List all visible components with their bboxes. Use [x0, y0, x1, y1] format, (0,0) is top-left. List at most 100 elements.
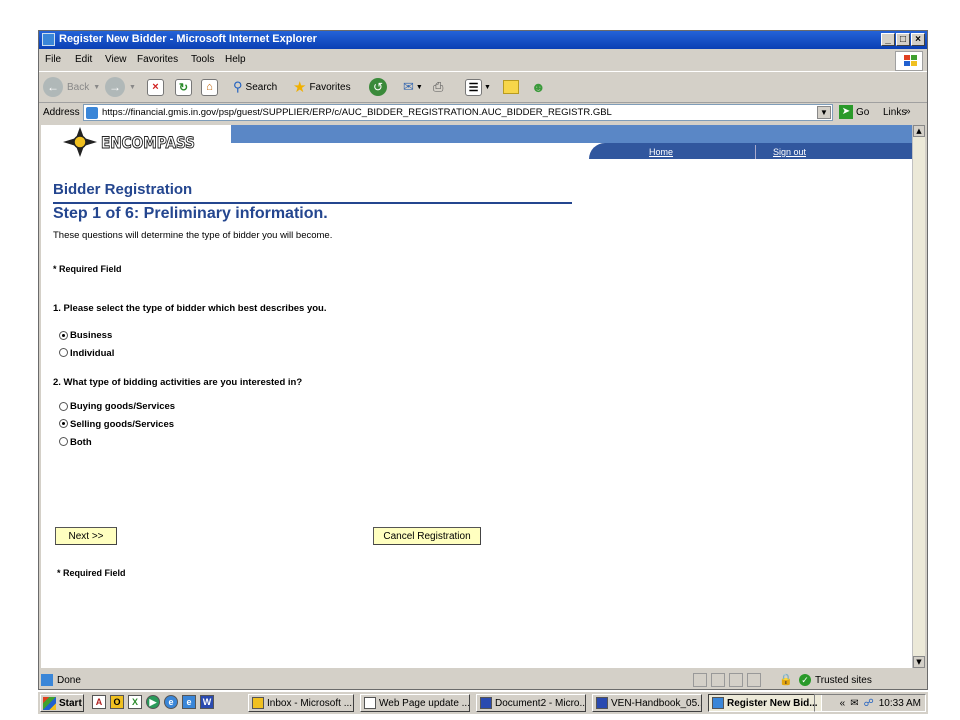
- chevron-down-icon[interactable]: ▼: [817, 106, 831, 119]
- close-button[interactable]: ×: [911, 33, 925, 46]
- excel-icon[interactable]: X: [128, 695, 142, 709]
- outlook-icon: [252, 697, 264, 709]
- back-arrow-icon: ←: [43, 77, 63, 97]
- home-link[interactable]: Home: [649, 147, 673, 157]
- menu-tools[interactable]: Tools: [191, 54, 214, 65]
- history-button[interactable]: ↺: [369, 76, 387, 98]
- favorites-button[interactable]: ★ Favorites: [293, 76, 351, 98]
- scroll-down-icon[interactable]: ▼: [913, 656, 925, 668]
- task-document2[interactable]: Document2 - Micro...: [476, 694, 586, 712]
- address-url: https://financial.gmis.in.gov/psp/guest/…: [102, 107, 612, 118]
- discuss-button[interactable]: [503, 76, 519, 98]
- ie-icon: [712, 697, 724, 709]
- task-register-new-bidder[interactable]: Register New Bid...: [708, 694, 822, 712]
- start-button[interactable]: Start: [40, 694, 84, 712]
- header-band: [231, 125, 913, 143]
- menu-favorites[interactable]: Favorites: [137, 54, 178, 65]
- question-2: 2. What type of bidding activities are y…: [53, 377, 303, 388]
- taskbar: Start A O X ▶ e e W Inbox - Microsoft ..…: [38, 691, 928, 714]
- word-icon: [596, 697, 608, 709]
- word-icon[interactable]: W: [200, 695, 214, 709]
- forward-button[interactable]: → ▼: [105, 76, 136, 98]
- nav-band: [589, 143, 913, 159]
- chevron-down-icon: ▼: [129, 83, 136, 91]
- nav-divider: [755, 145, 756, 159]
- windows-logo-icon: [895, 51, 923, 71]
- security-zone: Trusted sites: [815, 675, 872, 686]
- print-button[interactable]: ⎙: [433, 76, 443, 98]
- status-panel: [747, 673, 761, 687]
- stop-icon: ×: [147, 78, 164, 96]
- messenger-icon: ☻: [531, 79, 546, 95]
- ie-quicklaunch-icon[interactable]: e: [182, 695, 196, 709]
- minimize-button[interactable]: _: [881, 33, 895, 46]
- address-input[interactable]: https://financial.gmis.in.gov/psp/guest/…: [83, 104, 833, 121]
- page-icon: [86, 107, 98, 119]
- search-icon: ⚲: [233, 79, 243, 94]
- acrobat-icon[interactable]: A: [92, 695, 106, 709]
- task-inbox[interactable]: Inbox - Microsoft ...: [248, 694, 354, 712]
- messenger-button[interactable]: ☻: [531, 76, 546, 98]
- chevron-down-icon: ▼: [415, 83, 423, 91]
- print-icon: ⎙: [433, 79, 444, 94]
- stop-button[interactable]: ×: [147, 76, 164, 98]
- signout-link[interactable]: Sign out: [773, 147, 806, 157]
- intro-text: These questions will determine the type …: [53, 230, 333, 241]
- address-label: Address: [43, 107, 80, 118]
- outlook-icon[interactable]: O: [110, 695, 124, 709]
- page-title: Bidder Registration: [53, 181, 193, 198]
- links-button[interactable]: Links: [883, 107, 906, 118]
- menu-file[interactable]: File: [45, 54, 61, 65]
- status-bar: Done 🔒 ✓ Trusted sites: [39, 671, 927, 689]
- refresh-button[interactable]: ↻: [175, 76, 192, 98]
- radio-business[interactable]: [59, 331, 68, 340]
- chevron-down-icon: ▼: [484, 83, 491, 91]
- required-note-top: * Required Field: [53, 264, 122, 274]
- home-icon: ⌂: [201, 78, 218, 96]
- status-panel: [711, 673, 725, 687]
- task-ven-handbook[interactable]: VEN-Handbook_05...: [592, 694, 702, 712]
- option-buying: Buying goods/Services: [70, 401, 176, 412]
- browser-window: Register New Bidder - Microsoft Internet…: [38, 30, 928, 690]
- cancel-registration-button[interactable]: Cancel Registration: [373, 527, 481, 545]
- menu-help[interactable]: Help: [225, 54, 246, 65]
- tray-expand-icon[interactable]: «: [840, 698, 846, 709]
- title-divider: [53, 202, 572, 204]
- trusted-check-icon: ✓: [799, 674, 811, 686]
- search-button[interactable]: ⚲ Search: [233, 76, 277, 98]
- title-bar: Register New Bidder - Microsoft Internet…: [39, 31, 927, 49]
- note-icon: [503, 80, 519, 94]
- tray-mail-icon[interactable]: ✉: [850, 698, 858, 709]
- chevron-right-icon: »: [905, 106, 911, 117]
- address-bar: Address https://financial.gmis.in.gov/ps…: [39, 103, 927, 123]
- lock-icon: 🔒: [779, 674, 793, 686]
- vertical-scrollbar[interactable]: ▲ ▼: [912, 125, 925, 668]
- radio-individual[interactable]: [59, 348, 68, 357]
- toolbar: ← Back ▼ → ▼ × ↻ ⌂ ⚲ Search ★ Favorites …: [39, 71, 927, 103]
- tray-network-icon[interactable]: ☍: [864, 698, 874, 709]
- mail-icon: ✉: [403, 79, 414, 94]
- option-both: Both: [70, 437, 92, 448]
- radio-selling[interactable]: [59, 419, 68, 428]
- menu-edit[interactable]: Edit: [75, 54, 92, 65]
- history-icon: ↺: [369, 78, 387, 96]
- home-button[interactable]: ⌂: [201, 76, 218, 98]
- radio-both[interactable]: [59, 437, 68, 446]
- forward-arrow-icon: →: [105, 77, 125, 97]
- browser-icon[interactable]: e: [164, 695, 178, 709]
- back-button[interactable]: ← Back ▼: [43, 76, 100, 98]
- edit-button[interactable]: ☰ ▼: [465, 76, 491, 98]
- go-button[interactable]: ➤ Go: [839, 105, 869, 119]
- menu-view[interactable]: View: [105, 54, 127, 65]
- next-button[interactable]: Next >>: [55, 527, 117, 545]
- radio-buying[interactable]: [59, 402, 68, 411]
- task-web-page-update[interactable]: Web Page update ...: [360, 694, 470, 712]
- media-icon[interactable]: ▶: [146, 695, 160, 709]
- mail-button[interactable]: ✉ ▼: [403, 76, 423, 98]
- chevron-down-icon: ▼: [93, 83, 101, 91]
- question-1: 1. Please select the type of bidder whic…: [53, 303, 327, 314]
- page-done-icon: [41, 674, 53, 686]
- scroll-up-icon[interactable]: ▲: [913, 125, 925, 137]
- maximize-button[interactable]: □: [896, 33, 910, 46]
- mail-icon: [364, 697, 376, 709]
